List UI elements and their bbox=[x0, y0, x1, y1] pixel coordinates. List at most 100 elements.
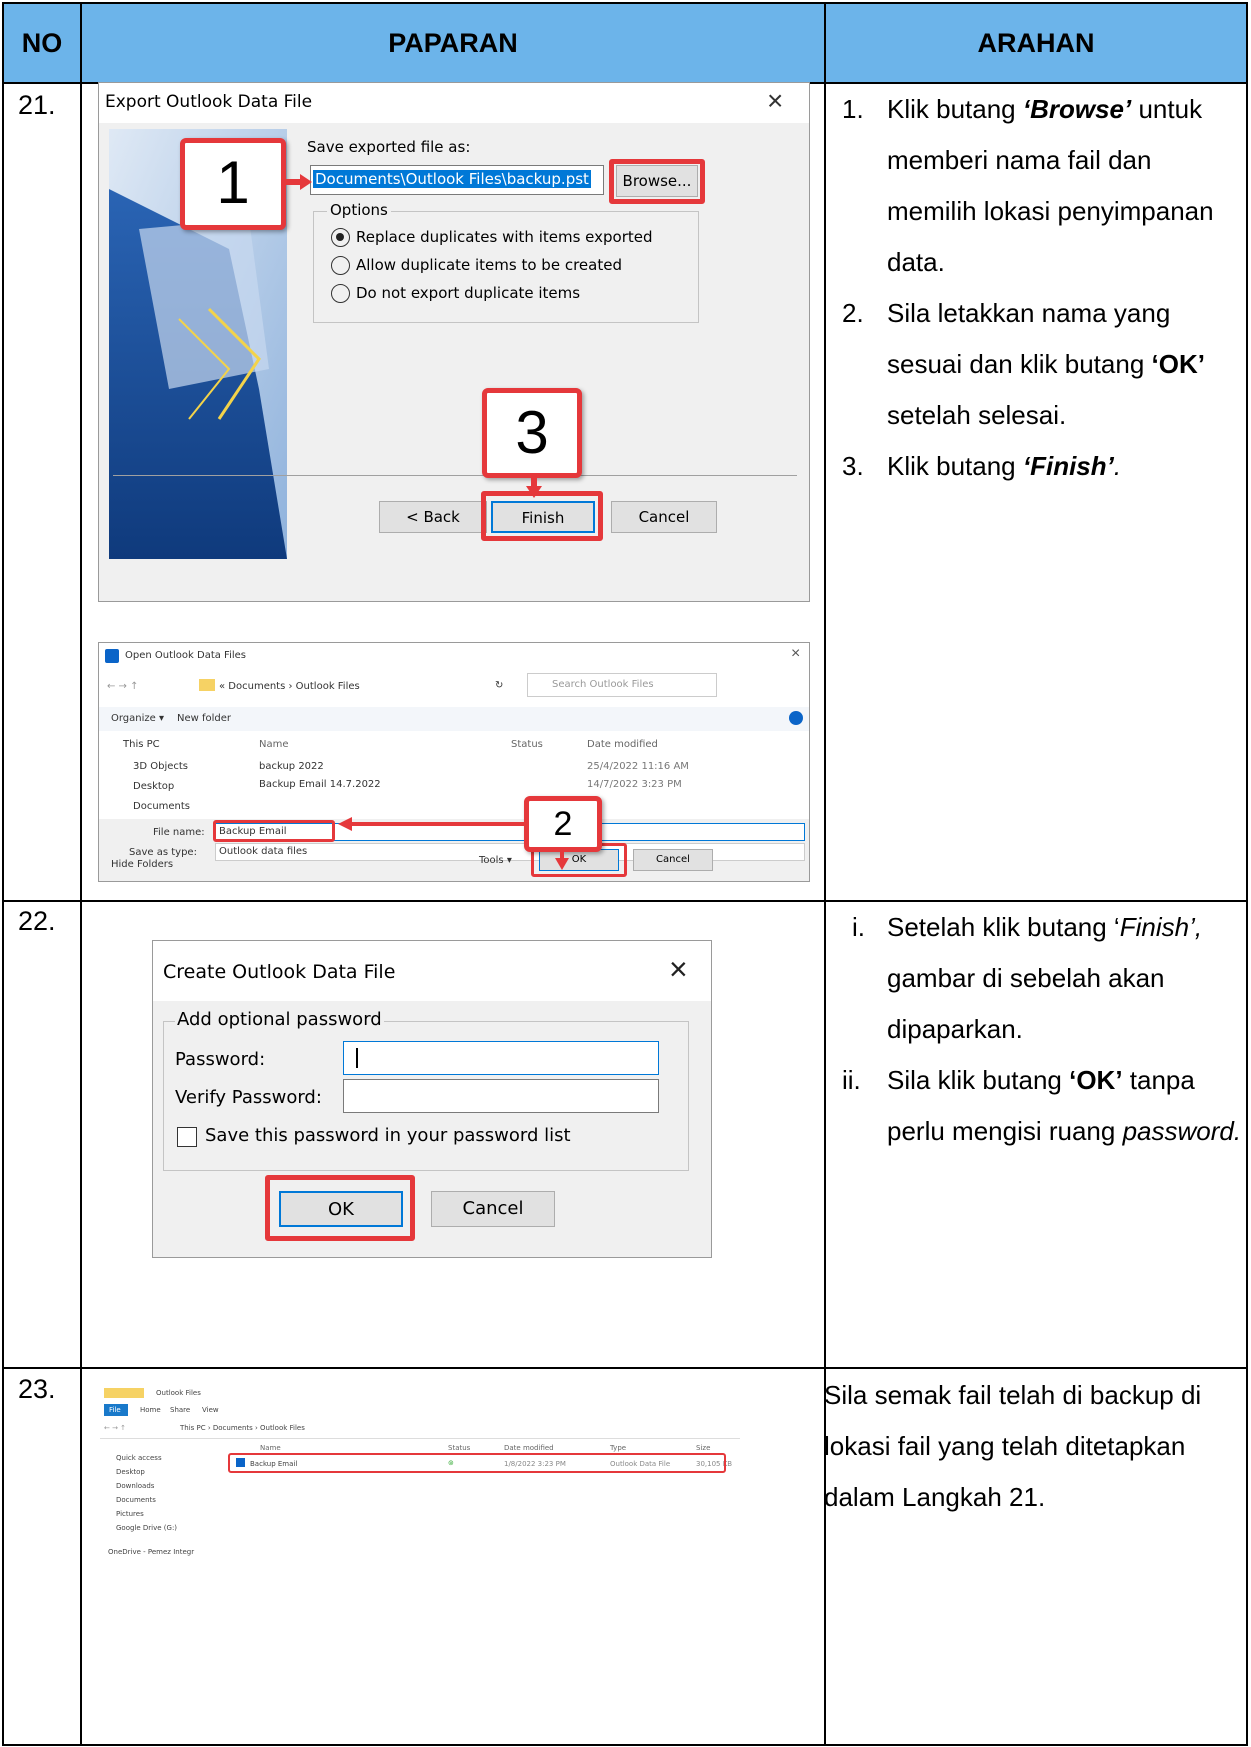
checkbox-label: Save this password in your password list bbox=[205, 1125, 571, 1146]
nav-item[interactable]: Downloads bbox=[116, 1482, 154, 1490]
refresh-icon[interactable]: ↻ bbox=[495, 680, 503, 691]
nav-item[interactable]: Desktop bbox=[116, 1468, 145, 1476]
cancel-button[interactable]: Cancel bbox=[431, 1191, 555, 1227]
highlight-ok bbox=[265, 1175, 415, 1241]
breadcrumb[interactable]: « Documents › Outlook Files bbox=[219, 681, 360, 692]
tools-button[interactable]: Tools ▾ bbox=[479, 855, 512, 866]
arahan-item: 3. Klik butang ‘Finish’. bbox=[842, 441, 1242, 492]
file-date: 14/7/2022 3:23 PM bbox=[587, 779, 682, 790]
verify-label: Verify Password: bbox=[175, 1087, 322, 1108]
arahan-item: 1. Klik butang ‘Browse’ untuk memberi nam… bbox=[842, 84, 1242, 288]
file-explorer-window: Outlook Files File Home Share View ← → ↑… bbox=[100, 1382, 812, 1592]
highlight-file-name bbox=[213, 820, 335, 842]
column-date[interactable]: Date modified bbox=[504, 1444, 554, 1452]
item-bold: ‘OK’ bbox=[1069, 1065, 1123, 1095]
export-dialog-titlebar: Export Outlook Data File × bbox=[99, 83, 809, 123]
nav-item[interactable]: This PC bbox=[123, 739, 160, 750]
close-icon[interactable]: × bbox=[669, 951, 688, 988]
folder-icon bbox=[104, 1388, 144, 1398]
instruction-table: NO PAPARAN ARAHAN 21. Export Outlook Dat… bbox=[2, 2, 1248, 1746]
ribbon-tab-file[interactable]: File bbox=[104, 1404, 128, 1416]
help-icon[interactable] bbox=[789, 711, 803, 725]
item-number: 2. bbox=[842, 298, 864, 328]
file-item[interactable]: backup 2022 bbox=[259, 761, 324, 772]
password-input[interactable] bbox=[343, 1041, 659, 1075]
create-dialog-title: Create Outlook Data File bbox=[163, 961, 396, 983]
new-folder-button[interactable]: New folder bbox=[177, 713, 231, 724]
highlight-finish bbox=[481, 491, 603, 541]
outlook-icon bbox=[105, 649, 119, 663]
item-number: i. bbox=[852, 912, 865, 942]
file-path-input[interactable]: Documents\Outlook Files\backup.pst bbox=[310, 165, 604, 195]
column-status[interactable]: Status bbox=[448, 1444, 470, 1452]
text-cursor bbox=[356, 1048, 358, 1068]
option-allow[interactable]: Allow duplicate items to be created bbox=[331, 256, 622, 275]
option-label: Replace duplicates with items exported bbox=[356, 228, 653, 246]
file-item[interactable]: Backup Email 14.7.2022 bbox=[259, 779, 381, 790]
export-dialog-title: Export Outlook Data File bbox=[105, 92, 313, 112]
option-label: Allow duplicate items to be created bbox=[356, 256, 622, 274]
ribbon-tab[interactable]: Home bbox=[140, 1406, 161, 1414]
address-bar[interactable]: This PC › Documents › Outlook Files bbox=[180, 1424, 305, 1432]
nav-item[interactable]: 3D Objects bbox=[133, 761, 188, 772]
nav-item[interactable]: Desktop bbox=[133, 781, 174, 792]
arrow-icon bbox=[526, 476, 542, 498]
close-icon[interactable]: × bbox=[767, 85, 783, 117]
item-italic: Finish’, bbox=[1119, 912, 1203, 942]
item-text: Klik butang bbox=[887, 94, 1023, 124]
nav-item[interactable]: Pictures bbox=[116, 1510, 144, 1518]
open-dialog-title: Open Outlook Data Files bbox=[125, 650, 247, 661]
password-label: Password: bbox=[175, 1049, 266, 1070]
column-name[interactable]: Name bbox=[259, 739, 289, 750]
arrow-icon bbox=[284, 174, 312, 190]
nav-item[interactable]: Documents bbox=[133, 801, 190, 812]
cancel-button[interactable]: Cancel bbox=[633, 849, 713, 871]
item-text: Klik butang bbox=[887, 451, 1023, 481]
nav-arrows-icon[interactable]: ← → ↑ bbox=[107, 681, 139, 692]
folder-icon bbox=[199, 679, 215, 691]
ribbon-tab[interactable]: Share bbox=[170, 1406, 190, 1414]
close-icon[interactable]: × bbox=[791, 645, 800, 663]
file-path-value: Documents\Outlook Files\backup.pst bbox=[313, 170, 591, 188]
column-type[interactable]: Type bbox=[610, 1444, 626, 1452]
header-no: NO bbox=[21, 28, 63, 58]
option-label: Do not export duplicate items bbox=[356, 284, 581, 302]
radio-icon bbox=[331, 284, 350, 303]
search-input[interactable]: Search Outlook Files bbox=[527, 673, 717, 697]
hide-folders-button[interactable]: Hide Folders bbox=[111, 859, 173, 870]
row-number: 21. bbox=[18, 90, 56, 120]
item-text: setelah selesai. bbox=[887, 400, 1067, 430]
nav-item[interactable]: OneDrive - Pemez Integr bbox=[108, 1548, 194, 1556]
organize-button[interactable]: Organize ▾ bbox=[111, 713, 164, 724]
save-type-label: Save as type: bbox=[129, 847, 197, 858]
option-replace[interactable]: Replace duplicates with items exported bbox=[331, 228, 653, 247]
column-name[interactable]: Name bbox=[260, 1444, 281, 1452]
file-date: 25/4/2022 11:16 AM bbox=[587, 761, 689, 772]
dialog-separator bbox=[113, 475, 797, 476]
back-button[interactable]: < Back bbox=[379, 501, 487, 533]
radio-icon bbox=[331, 256, 350, 275]
verify-password-input[interactable] bbox=[343, 1079, 659, 1113]
nav-arrows-icon[interactable]: ← → ↑ bbox=[104, 1424, 126, 1432]
column-size[interactable]: Size bbox=[696, 1444, 710, 1452]
row-number: 23. bbox=[18, 1374, 56, 1404]
save-as-label: Save exported file as: bbox=[307, 138, 471, 156]
column-date[interactable]: Date modified bbox=[587, 739, 658, 750]
nav-item[interactable]: Documents bbox=[116, 1496, 156, 1504]
nav-item[interactable]: Quick access bbox=[116, 1454, 162, 1462]
item-text: . bbox=[1113, 451, 1122, 481]
header-paparan: PAPARAN bbox=[388, 28, 518, 58]
save-type-value: Outlook data files bbox=[219, 846, 308, 857]
item-text: gambar di sebelah akan dipaparkan. bbox=[887, 963, 1165, 1044]
cancel-button[interactable]: Cancel bbox=[611, 501, 717, 533]
col-divider bbox=[80, 4, 82, 1744]
arahan-item: 2. Sila letakkan nama yang sesuai dan kli… bbox=[842, 288, 1242, 441]
callout-3: 3 bbox=[482, 388, 582, 478]
arahan-text: Sila semak fail telah di backup di lokas… bbox=[824, 1380, 1202, 1512]
column-status[interactable]: Status bbox=[511, 739, 543, 750]
ribbon-tab[interactable]: View bbox=[202, 1406, 219, 1414]
nav-item[interactable]: Google Drive (G:) bbox=[116, 1524, 177, 1532]
arrow-icon bbox=[338, 817, 528, 831]
option-donot[interactable]: Do not export duplicate items bbox=[331, 284, 580, 303]
arahan-item: i. Setelah klik butang ‘Finish’, gambar d… bbox=[842, 902, 1242, 1055]
